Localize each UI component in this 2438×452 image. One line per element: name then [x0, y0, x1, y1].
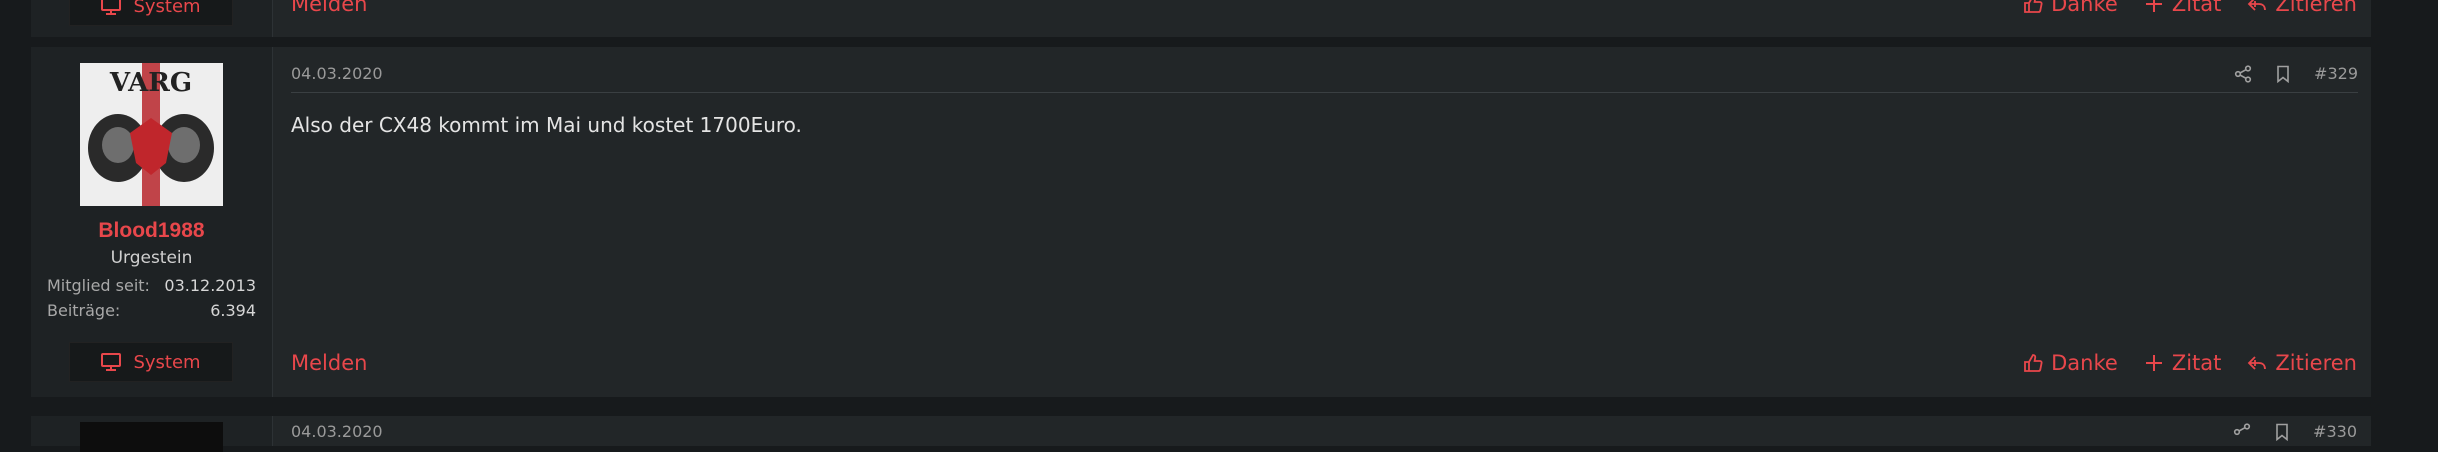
previous-post-user-cell: System — [31, 0, 273, 37]
reply-quote-button[interactable]: Zitieren — [2247, 351, 2357, 375]
post-header: 04.03.2020 #329 — [291, 47, 2358, 93]
member-since-value: 03.12.2013 — [164, 276, 256, 295]
thanks-button[interactable]: Danke — [2023, 351, 2118, 375]
system-label: System — [133, 351, 201, 373]
share-icon[interactable] — [2234, 64, 2252, 83]
thanks-label: Danke — [2051, 351, 2118, 375]
previous-system-button[interactable]: System — [69, 0, 233, 26]
previous-post: System Melden Danke Zitat Zitieren — [31, 0, 2371, 37]
user-rank: Urgestein — [110, 248, 193, 268]
thumbs-up-icon — [2024, 0, 2043, 13]
previous-quote-button[interactable]: Zitat — [2144, 0, 2222, 16]
post-actions: Danke Zitat Zitieren — [2023, 351, 2357, 375]
previous-post-actions: Danke Zitat Zitieren — [2023, 0, 2357, 16]
quote-button[interactable]: Zitat — [2144, 351, 2222, 375]
post-number[interactable]: #329 — [2314, 64, 2358, 83]
next-post-user-cell — [31, 416, 273, 452]
thumbs-up-icon — [2024, 354, 2043, 372]
post-count-value: 6.394 — [210, 301, 256, 320]
reply-icon — [2248, 356, 2267, 370]
username[interactable]: Blood1988 — [31, 219, 272, 243]
avatar-image: VARG — [80, 63, 223, 206]
post-header-actions: #329 — [2234, 56, 2358, 83]
system-button[interactable]: System — [69, 342, 233, 382]
report-link[interactable]: Melden — [291, 351, 367, 375]
post-body: Also der CX48 kommt im Mai und kostet 17… — [291, 113, 802, 137]
quote-label: Zitat — [2171, 351, 2222, 375]
member-since-label: Mitglied seit: — [47, 276, 150, 295]
post-date[interactable]: 04.03.2020 — [291, 56, 383, 83]
next-post-main: 04.03.2020 #330 — [273, 416, 2371, 446]
monitor-icon — [101, 0, 122, 15]
previous-reply-quote-label: Zitieren — [2275, 0, 2357, 16]
reply-quote-label: Zitieren — [2275, 351, 2357, 375]
post-user-cell: VARG Blood1988 Urgestein Mitglied seit: … — [31, 47, 273, 397]
next-post: 04.03.2020 #330 — [31, 416, 2371, 452]
previous-reply-quote-button[interactable]: Zitieren — [2247, 0, 2357, 16]
post-main: 04.03.2020 #329 Also der CX48 kommt im M… — [273, 47, 2371, 397]
previous-report-link[interactable]: Melden — [291, 0, 367, 16]
plus-icon — [2145, 0, 2162, 12]
previous-thanks-button[interactable]: Danke — [2023, 0, 2118, 16]
reply-icon — [2248, 0, 2267, 11]
avatar-logo-text: VARG — [109, 68, 192, 98]
previous-thanks-label: Danke — [2051, 0, 2118, 16]
next-avatar[interactable] — [80, 422, 223, 452]
plus-icon — [2145, 355, 2162, 371]
post-count-label: Beiträge: — [47, 301, 121, 320]
bookmark-icon[interactable] — [2274, 65, 2292, 83]
member-since-row: Mitglied seit: 03.12.2013 — [47, 276, 256, 295]
post-count-row: Beiträge: 6.394 — [47, 301, 256, 320]
monitor-icon — [101, 353, 122, 371]
previous-quote-label: Zitat — [2171, 0, 2222, 16]
previous-post-main: Melden Danke Zitat Zitieren — [273, 0, 2371, 37]
avatar[interactable]: VARG — [80, 63, 223, 206]
forum-post: VARG Blood1988 Urgestein Mitglied seit: … — [31, 47, 2371, 397]
previous-system-label: System — [133, 0, 201, 17]
